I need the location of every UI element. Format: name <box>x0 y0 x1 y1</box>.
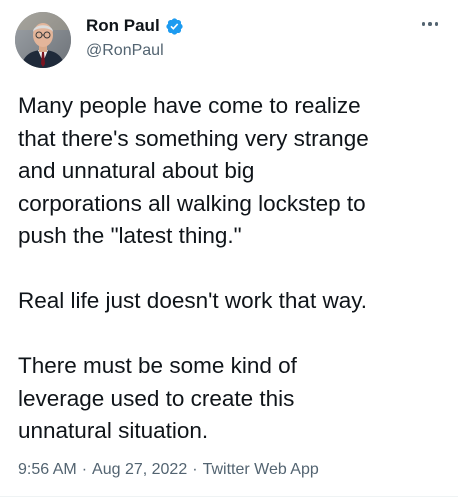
tweet-paragraph: Many people have come to realize that th… <box>18 93 369 248</box>
tweet-paragraph: Real life just doesn't work that way. <box>18 288 368 313</box>
tweet-text: Many people have come to realize that th… <box>18 90 448 448</box>
author-handle[interactable]: @RonPaul <box>86 41 164 61</box>
tweet-date[interactable]: Aug 27, 2022 <box>92 461 187 478</box>
tweet-paragraph: There must be some kind of leverage used… <box>18 353 297 443</box>
more-options-button[interactable] <box>418 14 442 34</box>
more-options-icon <box>434 22 439 26</box>
verified-badge-icon <box>165 17 184 36</box>
tweet-metadata: 9:56 AM · Aug 27, 2022 · Twitter Web App <box>18 460 319 480</box>
meta-separator: · <box>81 461 88 478</box>
author-display-name[interactable]: Ron Paul <box>86 16 160 36</box>
tweet-card: Ron Paul @RonPaul Many people have come … <box>0 0 458 500</box>
tweet-source[interactable]: Twitter Web App <box>203 461 319 478</box>
more-options-icon <box>421 22 426 26</box>
tweet-time[interactable]: 9:56 AM <box>18 461 77 478</box>
avatar[interactable] <box>15 12 71 68</box>
more-options-icon <box>428 22 432 26</box>
author-name-row: Ron Paul <box>86 16 184 36</box>
profile-photo <box>15 12 71 68</box>
divider <box>0 496 458 497</box>
meta-separator: · <box>192 461 198 478</box>
